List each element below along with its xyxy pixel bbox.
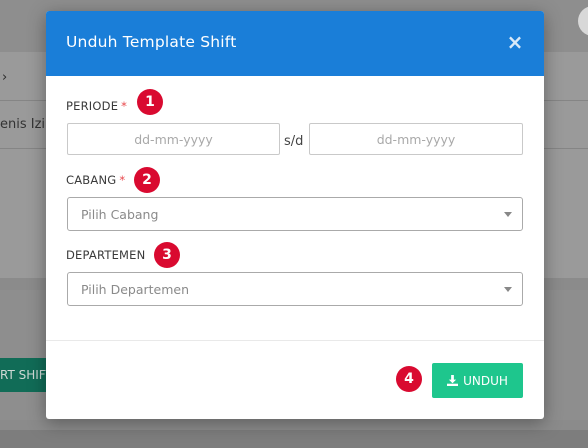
departemen-placeholder: Pilih Departemen bbox=[81, 282, 190, 297]
chevron-down-icon bbox=[504, 212, 512, 217]
modal-body: PERIODE * 1 dd-mm-yyyy s/d dd-mm-yyyy CAB… bbox=[46, 76, 544, 340]
required-marker: * bbox=[119, 173, 126, 187]
periode-end-date-input[interactable]: dd-mm-yyyy bbox=[309, 123, 523, 155]
download-icon bbox=[447, 375, 459, 386]
departemen-label: DEPARTEMEN bbox=[66, 248, 146, 262]
periode-start-placeholder: dd-mm-yyyy bbox=[134, 131, 213, 147]
periode-start-date-input[interactable]: dd-mm-yyyy bbox=[67, 123, 280, 155]
modal-header: Unduh Template Shift × bbox=[46, 11, 544, 76]
download-button[interactable]: UNDUH bbox=[432, 363, 523, 398]
cabang-select[interactable]: Pilih Cabang bbox=[67, 197, 523, 231]
departemen-select[interactable]: Pilih Departemen bbox=[67, 272, 523, 306]
step-badge-4: 4 bbox=[396, 366, 422, 392]
cabang-placeholder: Pilih Cabang bbox=[81, 207, 159, 222]
breadcrumb-chevron: › bbox=[2, 70, 8, 85]
modal-title: Unduh Template Shift bbox=[66, 33, 237, 51]
download-template-modal: Unduh Template Shift × PERIODE * 1 dd-mm-… bbox=[46, 11, 544, 419]
step-badge-1: 1 bbox=[137, 89, 163, 115]
import-shift-button[interactable]: RT SHIFT bbox=[0, 358, 50, 392]
step-badge-3: 3 bbox=[154, 242, 180, 268]
modal-footer: 4 UNDUH bbox=[46, 340, 544, 419]
periode-separator: s/d bbox=[284, 134, 304, 149]
cabang-label: CABANG * bbox=[66, 173, 126, 187]
background-footer bbox=[0, 430, 588, 448]
chevron-down-icon bbox=[504, 287, 512, 292]
step-badge-2: 2 bbox=[134, 167, 160, 193]
required-marker: * bbox=[121, 99, 128, 113]
close-icon[interactable]: × bbox=[504, 29, 526, 55]
periode-label: PERIODE * bbox=[66, 99, 128, 113]
download-button-label: UNDUH bbox=[463, 373, 508, 388]
periode-end-placeholder: dd-mm-yyyy bbox=[376, 131, 456, 147]
